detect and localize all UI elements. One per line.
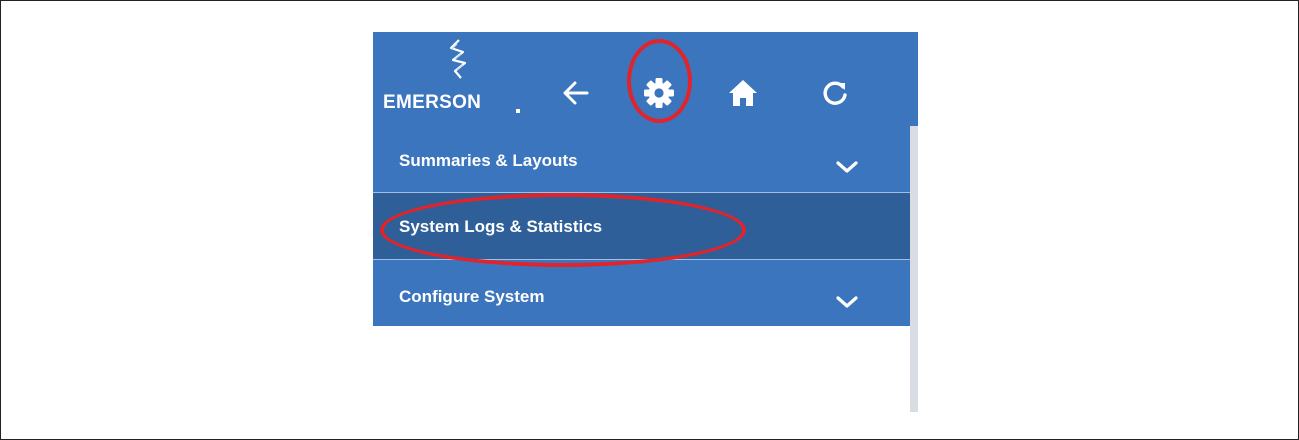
back-arrow-icon [563, 81, 589, 105]
chevron-down-icon[interactable] [835, 294, 859, 310]
navigation-menu: EMERSON Summaries & Layouts System Logs … [373, 32, 918, 412]
settings-button[interactable] [632, 66, 686, 120]
emerson-logo[interactable]: EMERSON [383, 39, 523, 118]
logo-mark-icon [449, 39, 467, 79]
gear-icon [644, 78, 674, 108]
refresh-button[interactable] [808, 66, 862, 120]
chevron-down-icon[interactable] [835, 159, 859, 175]
menu-item-system-logs-statistics[interactable]: System Logs & Statistics [373, 193, 910, 259]
logo-wordmark: EMERSON [383, 92, 482, 113]
menu-item-label: Summaries & Layouts [399, 151, 578, 170]
content-edge [910, 126, 918, 412]
home-button[interactable] [716, 66, 770, 120]
logo-dot [516, 109, 520, 113]
app-header: EMERSON [373, 32, 918, 126]
menu-item-configure-system[interactable]: Configure System [373, 260, 910, 326]
menu-item-label: System Logs & Statistics [399, 217, 603, 236]
back-button[interactable] [549, 66, 603, 120]
menu-item-summaries-layouts[interactable]: Summaries & Layouts [373, 126, 910, 192]
home-icon [729, 80, 757, 106]
refresh-icon [823, 81, 847, 105]
menu-item-label: Configure System [399, 287, 545, 306]
